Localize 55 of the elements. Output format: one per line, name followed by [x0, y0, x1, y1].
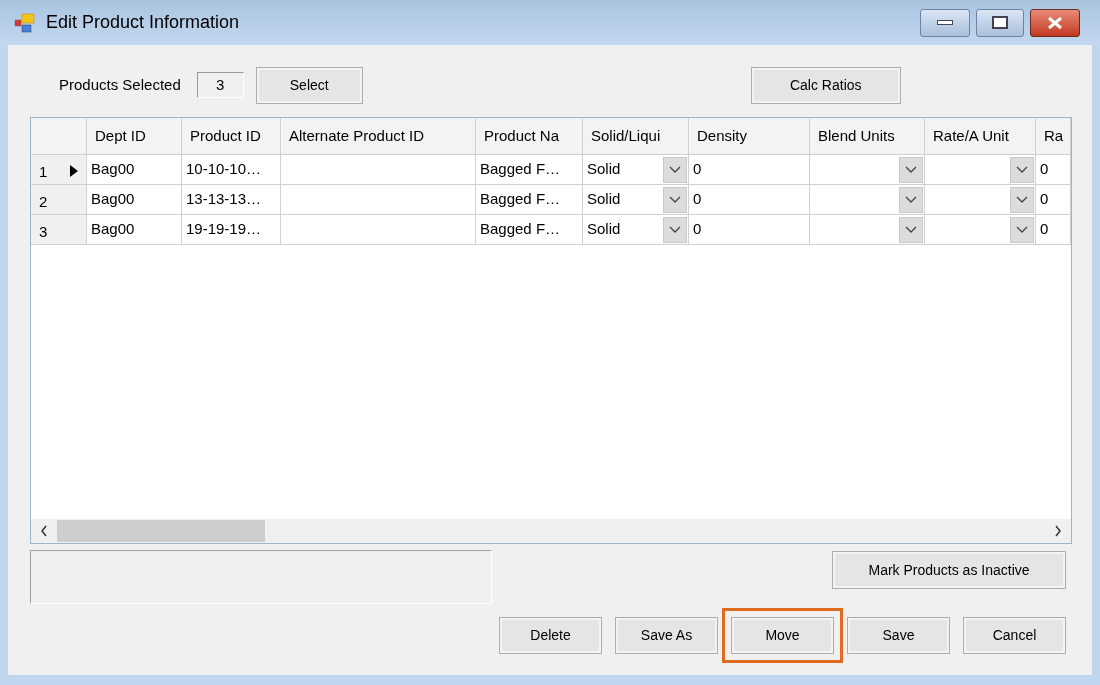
- horizontal-scrollbar[interactable]: [31, 519, 1071, 543]
- scroll-thumb[interactable]: [57, 520, 265, 542]
- button[interactable]: Calc Ratios: [750, 66, 901, 104]
- window-title: Edit Product Information: [46, 11, 240, 34]
- minimize-button[interactable]: [920, 8, 970, 37]
- products-selected-count: 3: [196, 72, 244, 98]
- column-header[interactable]: Blend Units: [810, 118, 925, 155]
- table-cell: Bagged F…: [476, 155, 583, 185]
- maximize-button[interactable]: [976, 8, 1024, 37]
- table-cell: 0: [1036, 155, 1071, 185]
- combo-cell[interactable]: [925, 215, 1036, 245]
- table-cell: Bagged F…: [476, 215, 583, 245]
- table-cell: Bag00: [87, 215, 182, 245]
- combo-cell[interactable]: [925, 185, 1036, 215]
- column-header[interactable]: Alternate Product ID: [281, 118, 476, 155]
- button[interactable]: Select: [255, 66, 363, 104]
- row-header[interactable]: 3: [31, 215, 87, 245]
- button[interactable]: Delete: [499, 617, 602, 654]
- combo-cell[interactable]: Solid: [583, 185, 689, 215]
- button[interactable]: Mark Products as Inactive: [832, 551, 1066, 589]
- products-selected-label: Products Selected: [59, 74, 181, 95]
- column-header[interactable]: Dept ID: [87, 118, 182, 155]
- combo-cell[interactable]: [810, 155, 925, 185]
- combo-cell[interactable]: [810, 215, 925, 245]
- button[interactable]: Cancel: [963, 617, 1066, 654]
- combo-cell[interactable]: [925, 155, 1036, 185]
- table-cell: 13-13-13…: [182, 185, 281, 215]
- column-header[interactable]: Product Na: [476, 118, 583, 155]
- table-cell: 0: [1036, 185, 1071, 215]
- table-cell: 0: [689, 155, 810, 185]
- table-cell: 0: [689, 185, 810, 215]
- column-header[interactable]: Density: [689, 118, 810, 155]
- button[interactable]: Move: [731, 617, 834, 654]
- row-header[interactable]: 2: [31, 185, 87, 215]
- table-cell: 10-10-10…: [182, 155, 281, 185]
- column-header[interactable]: Ra: [1036, 118, 1071, 155]
- app-icon: [14, 11, 36, 34]
- table-cell: Bagged F…: [476, 185, 583, 215]
- combo-cell[interactable]: [810, 185, 925, 215]
- close-icon: [1047, 15, 1063, 30]
- column-header[interactable]: Solid/Liqui: [583, 118, 689, 155]
- table-cell: 0: [689, 215, 810, 245]
- close-button[interactable]: [1030, 8, 1080, 37]
- current-row-icon: [70, 165, 78, 177]
- column-header[interactable]: Product ID: [182, 118, 281, 155]
- table-cell: 19-19-19…: [182, 215, 281, 245]
- table-cell: Bag00: [87, 185, 182, 215]
- table-cell: Bag00: [87, 155, 182, 185]
- button[interactable]: Save: [847, 617, 950, 654]
- combo-cell[interactable]: Solid: [583, 215, 689, 245]
- combo-cell[interactable]: Solid: [583, 155, 689, 185]
- row-header[interactable]: 1: [31, 155, 87, 185]
- button[interactable]: Save As: [615, 617, 718, 654]
- table-cell: 0: [1036, 215, 1071, 245]
- column-header[interactable]: Rate/A Unit: [925, 118, 1036, 155]
